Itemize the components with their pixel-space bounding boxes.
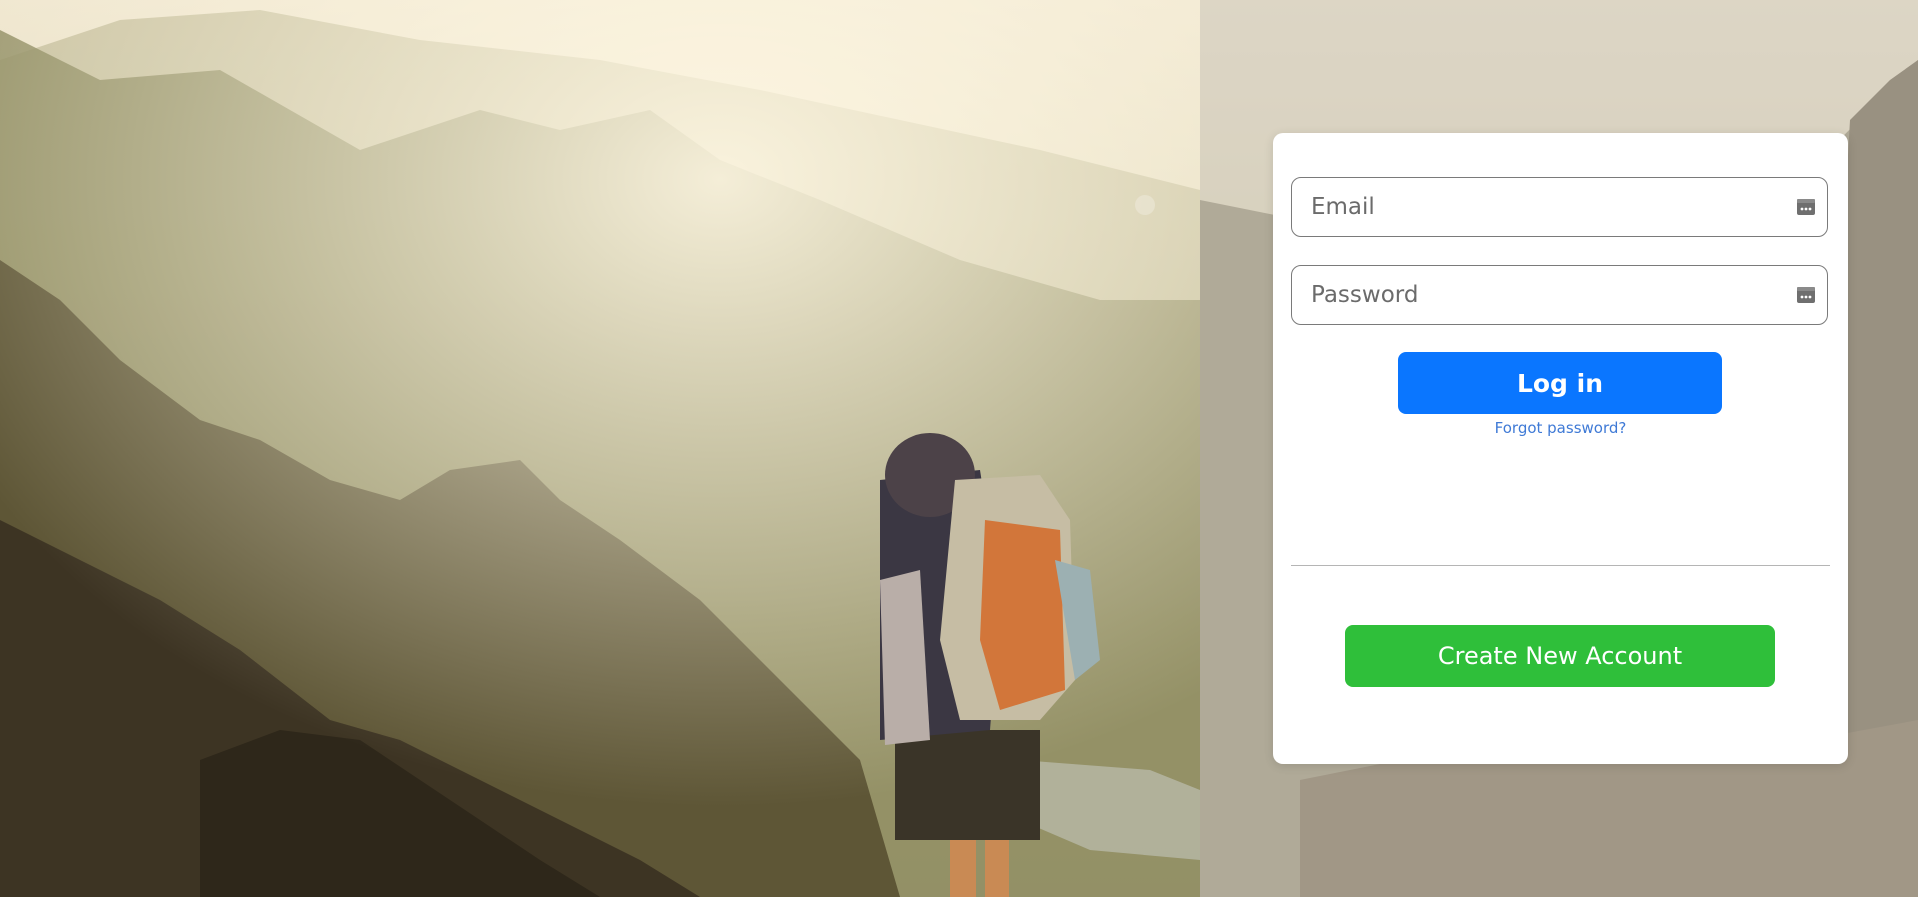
login-card: Log in Forgot password? Create New Accou…: [1273, 133, 1848, 764]
login-button[interactable]: Log in: [1398, 352, 1722, 414]
divider: [1291, 565, 1830, 566]
forgot-password-link[interactable]: Forgot password?: [1273, 419, 1848, 437]
create-account-button[interactable]: Create New Account: [1345, 625, 1775, 687]
password-manager-key-icon[interactable]: [1797, 287, 1815, 303]
password-manager-key-icon[interactable]: [1797, 199, 1815, 215]
password-input[interactable]: [1292, 266, 1827, 324]
email-input[interactable]: [1292, 178, 1827, 236]
login-page: Log in Forgot password? Create New Accou…: [0, 0, 1918, 897]
email-field[interactable]: [1291, 177, 1828, 237]
password-field[interactable]: [1291, 265, 1828, 325]
